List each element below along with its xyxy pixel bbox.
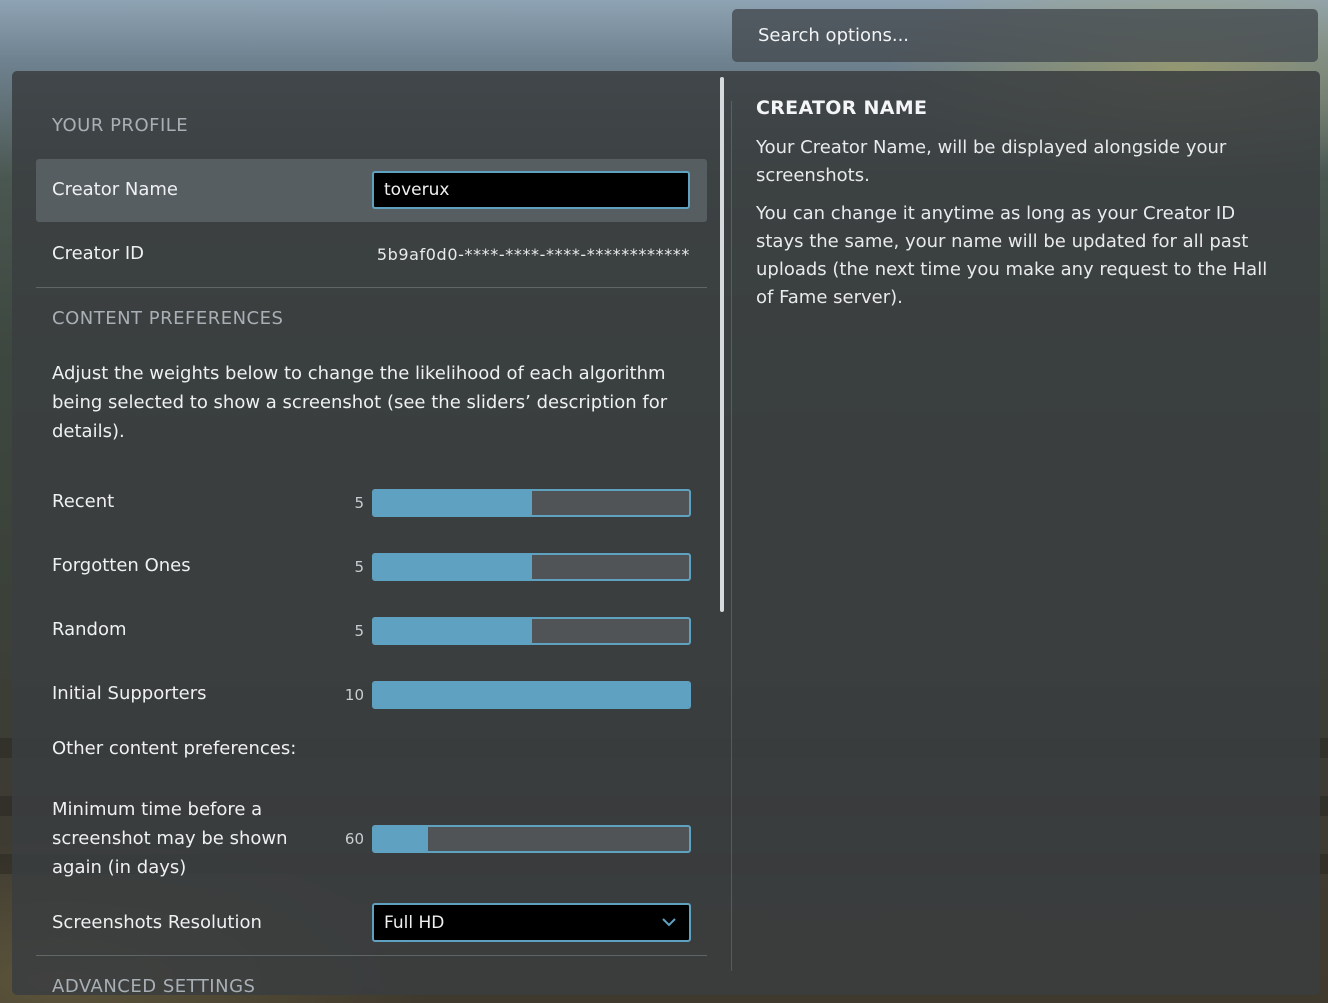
resolution-selected-value: Full HD [384, 912, 445, 933]
slider-row-random: Random 5 [36, 599, 707, 663]
slider-value: 5 [354, 494, 364, 512]
section-divider [36, 955, 707, 956]
random-weight-slider[interactable] [372, 617, 691, 645]
help-paragraph: You can change it anytime as long as you… [756, 203, 1268, 308]
options-list: YOUR PROFILE Creator Name Creator ID 5b9… [36, 71, 707, 995]
content-preferences-description: Adjust the weights below to change the l… [52, 363, 668, 442]
slider-fill [374, 491, 532, 515]
section-divider [36, 287, 707, 288]
section-title-profile: YOUR PROFILE [52, 115, 189, 136]
min-time-label: Minimum time before a screenshot may be … [52, 799, 288, 878]
slider-value: 10 [344, 686, 364, 704]
creator-name-row[interactable]: Creator Name [36, 159, 707, 222]
chevron-down-icon [662, 918, 676, 927]
initial-supporters-weight-slider[interactable] [372, 681, 691, 709]
options-panel: YOUR PROFILE Creator Name Creator ID 5b9… [12, 71, 1320, 995]
resolution-label: Screenshots Resolution [52, 912, 262, 933]
section-title-content-preferences: CONTENT PREFERENCES [52, 308, 284, 329]
slider-value: 60 [344, 830, 364, 848]
min-time-slider[interactable] [372, 825, 691, 853]
slider-label: Recent [52, 491, 115, 512]
recent-weight-slider[interactable] [372, 489, 691, 517]
slider-value: 5 [354, 622, 364, 640]
creator-name-label: Creator Name [52, 179, 178, 200]
slider-fill [374, 683, 689, 707]
search-box[interactable] [732, 9, 1318, 62]
resolution-dropdown[interactable]: Full HD [372, 903, 691, 942]
slider-fill [374, 555, 532, 579]
slider-label: Initial Supporters [52, 683, 207, 704]
slider-value: 5 [354, 558, 364, 576]
search-input[interactable] [756, 24, 1300, 47]
column-separator [731, 101, 732, 971]
help-title: CREATOR NAME [756, 97, 928, 119]
forgotten-ones-weight-slider[interactable] [372, 553, 691, 581]
scrollbar-thumb[interactable] [720, 77, 724, 612]
slider-row-recent: Recent 5 [36, 471, 707, 535]
creator-id-value: 5b9af0d0-****-****-****-************ [376, 245, 690, 264]
slider-fill [374, 827, 428, 851]
slider-row-forgotten-ones: Forgotten Ones 5 [36, 535, 707, 599]
slider-label: Random [52, 619, 127, 640]
creator-id-row: Creator ID 5b9af0d0-****-****-****-*****… [36, 223, 707, 287]
creator-name-input[interactable] [372, 171, 690, 209]
min-time-row: Minimum time before a screenshot may be … [36, 786, 707, 886]
help-paragraph: Your Creator Name, will be displayed alo… [756, 137, 1227, 186]
slider-row-initial-supporters: Initial Supporters 10 [36, 663, 707, 727]
resolution-row: Screenshots Resolution Full HD [36, 891, 707, 955]
other-preferences-label: Other content preferences: [52, 738, 297, 759]
section-title-advanced-settings: ADVANCED SETTINGS [52, 976, 256, 995]
creator-id-label: Creator ID [52, 243, 145, 264]
slider-fill [374, 619, 532, 643]
slider-label: Forgotten Ones [52, 555, 191, 576]
